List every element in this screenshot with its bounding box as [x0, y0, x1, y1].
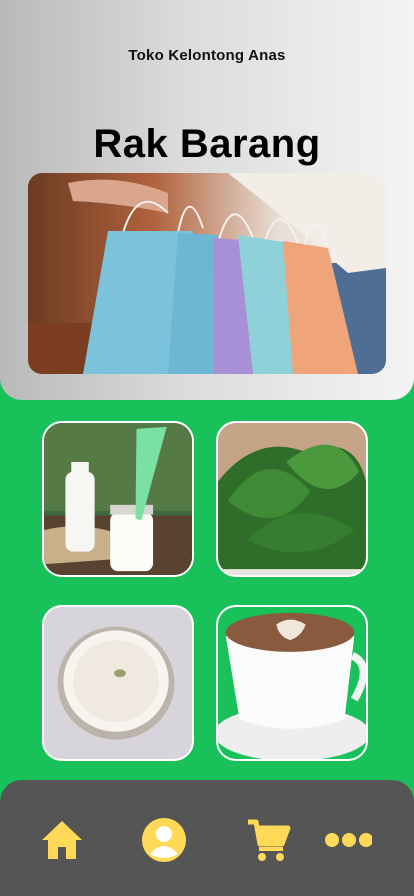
- profile-icon[interactable]: [140, 816, 188, 864]
- header-section: Toko Kelontong Anas Rak Barang: [0, 0, 414, 400]
- home-icon[interactable]: [38, 816, 86, 864]
- coffee-product-tile[interactable]: [216, 605, 368, 761]
- page-title: Rak Barang: [93, 122, 321, 166]
- more-icon[interactable]: [324, 816, 373, 864]
- shopping-bags-banner: [28, 173, 386, 374]
- bottom-navigation: [0, 780, 414, 896]
- spinach-product-tile[interactable]: [216, 421, 368, 577]
- milk-product-tile[interactable]: [42, 421, 194, 577]
- cart-icon[interactable]: [244, 816, 292, 864]
- rice-product-tile[interactable]: [42, 605, 194, 761]
- store-name: Toko Kelontong Anas: [128, 47, 286, 64]
